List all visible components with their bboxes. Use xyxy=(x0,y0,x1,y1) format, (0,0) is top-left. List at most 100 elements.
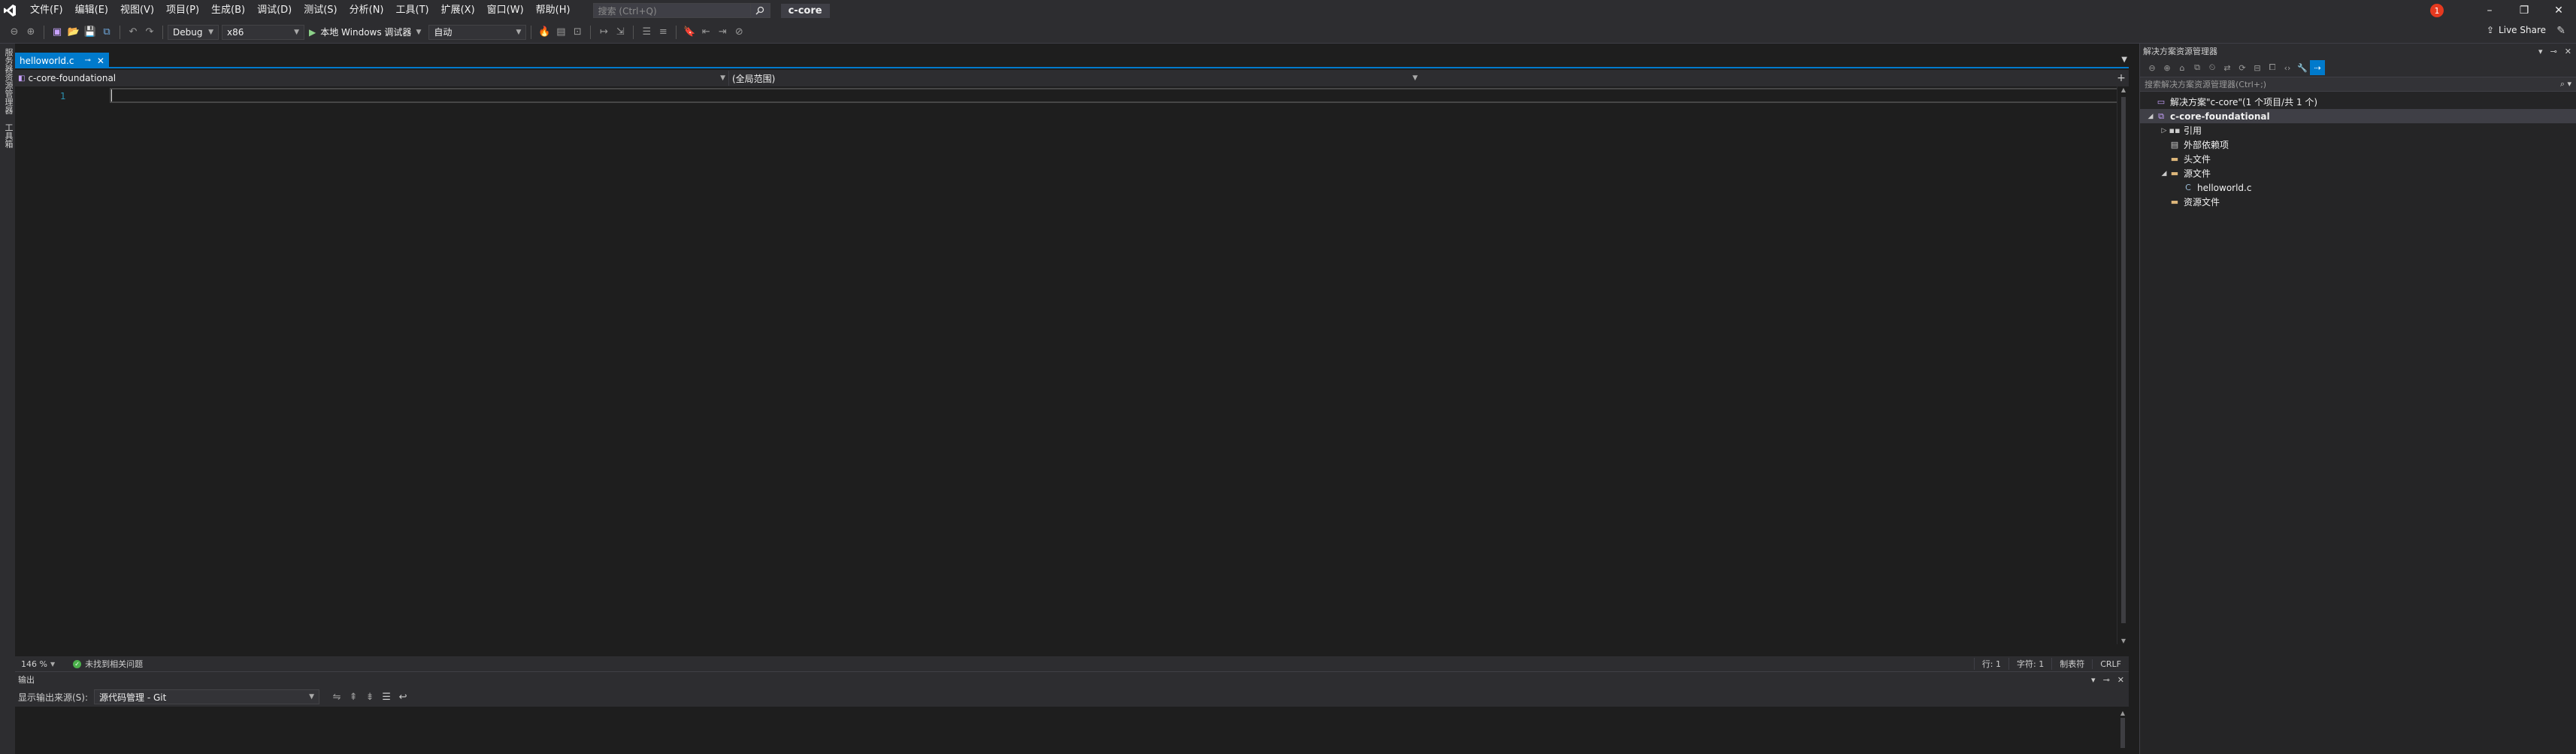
home-icon[interactable]: ⌂ xyxy=(2175,60,2190,75)
menu-view[interactable]: 视图(V) xyxy=(114,0,160,21)
debug-mode-dropdown[interactable]: 自动 ▼ xyxy=(428,24,527,40)
open-file-icon[interactable]: 📂 xyxy=(65,24,82,41)
show-all-files-icon[interactable]: ⧠ xyxy=(2265,60,2280,75)
undo-icon[interactable]: ↶ xyxy=(125,24,141,41)
tree-item[interactable]: ▭ 解决方案"c-core"(1 个项目/共 1 个) xyxy=(2140,95,2576,109)
find-message-icon[interactable]: ⇋ xyxy=(328,689,345,705)
menu-extensions[interactable]: 扩展(X) xyxy=(435,0,481,21)
configuration-dropdown[interactable]: Debug ▼ xyxy=(168,24,219,40)
feedback-icon[interactable]: ✎ xyxy=(2556,25,2565,37)
line-indicator[interactable]: 行: 1 xyxy=(1973,658,2008,670)
tree-item[interactable]: ▷ ▪▪ 引用 xyxy=(2140,123,2576,138)
step-over-icon[interactable]: ↦ xyxy=(595,24,612,41)
search-icon[interactable]: ⌕ ▾ xyxy=(2560,79,2571,89)
menu-edit[interactable]: 编辑(E) xyxy=(69,0,114,21)
close-tab-icon[interactable]: ✕ xyxy=(97,56,104,66)
browse-icon[interactable]: ▤ xyxy=(552,24,569,41)
server-explorer-tab[interactable]: 服务器资源管理器 xyxy=(2,44,14,119)
window-position-icon[interactable]: ▾ xyxy=(2091,675,2096,685)
preview-selected-items-icon[interactable]: ⇢ xyxy=(2310,60,2325,75)
zoom-dropdown[interactable]: 146 % ▼ xyxy=(15,659,61,669)
solution-explorer-search-input[interactable]: 搜索解决方案资源管理器(Ctrl+;) ⌕ ▾ xyxy=(2140,77,2576,92)
prev-message-icon[interactable]: ⇞ xyxy=(345,689,362,705)
column-indicator[interactable]: 字符: 1 xyxy=(2008,658,2051,670)
menu-test[interactable]: 测试(S) xyxy=(298,0,343,21)
live-share-button[interactable]: ⇪ Live Share xyxy=(2487,25,2546,35)
menu-analyze[interactable]: 分析(N) xyxy=(344,0,390,21)
restore-icon[interactable]: ❐ xyxy=(2507,0,2541,21)
add-icon[interactable]: + xyxy=(2114,72,2129,84)
hot-reload-icon[interactable]: 🔥 xyxy=(536,24,552,41)
new-project-icon[interactable]: ▣ xyxy=(49,24,65,41)
preview-icon[interactable]: ‹› xyxy=(2280,60,2295,75)
redo-icon[interactable]: ↷ xyxy=(141,24,158,41)
diagnostic-icon[interactable]: ⊡ xyxy=(569,24,586,41)
forward-icon[interactable]: ⊕ xyxy=(2160,60,2175,75)
toolbox-tab[interactable]: 工具箱 xyxy=(2,119,14,153)
sync-icon[interactable]: ⇄ xyxy=(2220,60,2235,75)
menu-help[interactable]: 帮助(H) xyxy=(530,0,577,21)
global-search-input[interactable]: 搜索 (Ctrl+Q) xyxy=(592,3,751,18)
output-text-area[interactable]: ▲ xyxy=(15,707,2129,754)
switch-views-icon[interactable]: ⧉ xyxy=(2190,60,2205,75)
word-wrap-icon[interactable]: ↩ xyxy=(395,689,411,705)
output-vertical-scrollbar[interactable]: ▲ xyxy=(2117,710,2129,754)
code-editor[interactable]: 1 ▲ ▼ xyxy=(15,86,2129,644)
line-ending-indicator[interactable]: CRLF xyxy=(2092,659,2129,669)
scope-nav-dropdown[interactable]: (全局范围) ▼ xyxy=(729,71,1421,86)
project-nav-dropdown[interactable]: ◧ c-core-foundational ▼ xyxy=(15,71,729,86)
expand-toggle-icon[interactable]: ◢ xyxy=(2146,113,2155,120)
close-panel-icon[interactable]: ✕ xyxy=(2565,47,2571,56)
clear-all-icon[interactable]: ☰ xyxy=(378,689,395,705)
output-source-dropdown[interactable]: 源代码管理 - Git ▼ xyxy=(94,689,320,704)
start-debugging-button[interactable]: ▶ 本地 Windows 调试器 ▼ xyxy=(304,24,425,41)
pending-changes-filter-icon[interactable]: ⏲ xyxy=(2205,60,2220,75)
platform-dropdown[interactable]: x86 ▼ xyxy=(222,24,304,40)
search-icon[interactable] xyxy=(750,3,770,18)
back-icon[interactable]: ⊖ xyxy=(2145,60,2160,75)
tree-item[interactable]: ▬ 资源文件 xyxy=(2140,195,2576,209)
save-icon[interactable]: 💾 xyxy=(82,24,98,41)
tree-item[interactable]: ◢ ▬ 源文件 xyxy=(2140,166,2576,180)
bookmark-icon[interactable]: 🔖 xyxy=(681,24,698,41)
scroll-down-icon[interactable]: ▼ xyxy=(2117,637,2130,644)
properties-icon[interactable]: 🔧 xyxy=(2295,60,2310,75)
save-all-icon[interactable]: ⧉ xyxy=(98,24,115,41)
menu-window[interactable]: 窗口(W) xyxy=(481,0,530,21)
tree-item[interactable]: ▤ 外部依赖项 xyxy=(2140,138,2576,152)
menu-file[interactable]: 文件(F) xyxy=(24,0,69,21)
profile-notification-badge[interactable]: 1 xyxy=(2430,4,2444,17)
menu-debug[interactable]: 调试(D) xyxy=(251,0,298,21)
auto-hide-pin-icon[interactable]: ⊸ xyxy=(2103,675,2110,685)
minimize-icon[interactable]: – xyxy=(2472,0,2507,21)
collapse-all-icon[interactable]: ⊟ xyxy=(2250,60,2265,75)
issues-indicator[interactable]: ✓ 未找到相关问题 xyxy=(73,658,143,670)
menu-build[interactable]: 生成(B) xyxy=(205,0,251,21)
prev-bookmark-icon[interactable]: ⇤ xyxy=(698,24,714,41)
tree-item[interactable]: ◢ ⧉ c-core-foundational xyxy=(2140,109,2576,123)
pin-icon[interactable]: ⊸ xyxy=(84,56,90,65)
forward-icon[interactable]: ⊕ xyxy=(23,24,39,41)
indent-mode-indicator[interactable]: 制表符 xyxy=(2051,658,2092,670)
expand-toggle-icon[interactable]: ▷ xyxy=(2160,127,2169,135)
tab-overflow-icon[interactable]: ▼ xyxy=(2121,56,2127,64)
tab-helloworld-c[interactable]: helloworld.c ⊸ ✕ xyxy=(15,53,109,68)
tree-item[interactable]: ▬ 头文件 xyxy=(2140,152,2576,166)
editor-vertical-scrollbar[interactable]: ▲ ▼ xyxy=(2117,86,2129,644)
close-window-icon[interactable]: ✕ xyxy=(2541,0,2576,21)
scroll-up-icon[interactable]: ▲ xyxy=(2117,710,2129,716)
uncomment-icon[interactable]: ≡ xyxy=(655,24,671,41)
window-position-icon[interactable]: ▾ xyxy=(2538,47,2543,56)
scroll-up-icon[interactable]: ▲ xyxy=(2117,86,2130,93)
back-icon[interactable]: ⊖ xyxy=(6,24,23,41)
tree-item[interactable]: Chelloworld.c xyxy=(2140,180,2576,195)
comment-icon[interactable]: ☰ xyxy=(638,24,655,41)
menu-project[interactable]: 项目(P) xyxy=(160,0,205,21)
close-panel-icon[interactable]: ✕ xyxy=(2117,675,2124,685)
next-bookmark-icon[interactable]: ⇥ xyxy=(714,24,731,41)
next-message-icon[interactable]: ⇟ xyxy=(362,689,378,705)
refresh-icon[interactable]: ⟳ xyxy=(2235,60,2250,75)
step-into-icon[interactable]: ⇲ xyxy=(612,24,628,41)
auto-hide-pin-icon[interactable]: ⊸ xyxy=(2550,47,2557,56)
visual-studio-logo-icon[interactable] xyxy=(2,2,18,19)
